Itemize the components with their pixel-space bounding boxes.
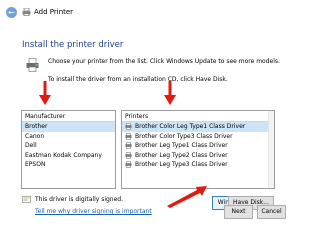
printer-driver-icon [125, 123, 132, 130]
printer-driver-icon [125, 161, 132, 168]
digital-signature-icon [22, 196, 31, 203]
instruction-have-disk: To install the driver from an installati… [48, 76, 228, 83]
signed-status-text: This driver is digitally signed. [35, 196, 124, 203]
printers-list[interactable]: Printers Brother Color Leg Type1 Class D… [121, 110, 275, 189]
printer-item[interactable]: Brother Color Type3 Class Driver [122, 132, 274, 142]
manufacturer-item[interactable]: Canon [22, 132, 115, 142]
manufacturer-item[interactable]: Dell [22, 141, 115, 151]
manufacturer-item[interactable]: EPSON [22, 160, 115, 170]
printer-icon [22, 8, 31, 16]
page-heading: Install the printer driver [22, 40, 124, 50]
back-button[interactable]: ← [6, 7, 17, 18]
printers-header: Printers [122, 111, 274, 122]
printer-driver-icon [125, 133, 132, 140]
printers-scrollbar[interactable] [268, 111, 274, 188]
printer-item-label: Brother Leg Type2 Class Driver [135, 151, 228, 159]
printer-item-label: Brother Leg Type3 Class Driver [135, 161, 228, 168]
window-title: Add Printer [34, 8, 74, 16]
printer-item-label: Brother Leg Type1 Class Driver [135, 142, 228, 149]
printer-item[interactable]: Brother Leg Type2 Class Driver [122, 151, 274, 161]
printer-item[interactable]: Brother Color Leg Type1 Class Driver [122, 122, 274, 132]
next-button[interactable]: Next [224, 205, 253, 219]
red-arrow-icon [164, 81, 176, 105]
printer-item[interactable]: Brother Leg Type1 Class Driver [122, 141, 274, 151]
printer-item[interactable]: Brother Leg Type3 Class Driver [122, 160, 274, 170]
red-arrow-icon [167, 186, 207, 208]
printer-item-label: Brother Color Type3 Class Driver [135, 132, 233, 140]
instruction-choose-printer: Choose your printer from the list. Click… [48, 58, 280, 65]
manufacturer-item[interactable]: Eastman Kodak Company [22, 151, 115, 161]
printer-illustration-icon [26, 58, 39, 72]
printer-item-label: Brother Color Leg Type1 Class Driver [135, 123, 246, 130]
manufacturer-header: Manufacturer [22, 111, 115, 122]
manufacturer-item[interactable]: Brother [22, 122, 115, 132]
title-bar: ← Add Printer [0, 0, 300, 24]
printer-driver-icon [125, 142, 132, 149]
cancel-button[interactable]: Cancel [257, 205, 286, 219]
driver-signing-link[interactable]: Tell me why driver signing is important [35, 208, 152, 215]
manufacturer-list[interactable]: Manufacturer Brother Canon Dell Eastman … [21, 110, 116, 189]
red-arrow-icon [39, 81, 51, 105]
printer-driver-icon [125, 152, 132, 159]
